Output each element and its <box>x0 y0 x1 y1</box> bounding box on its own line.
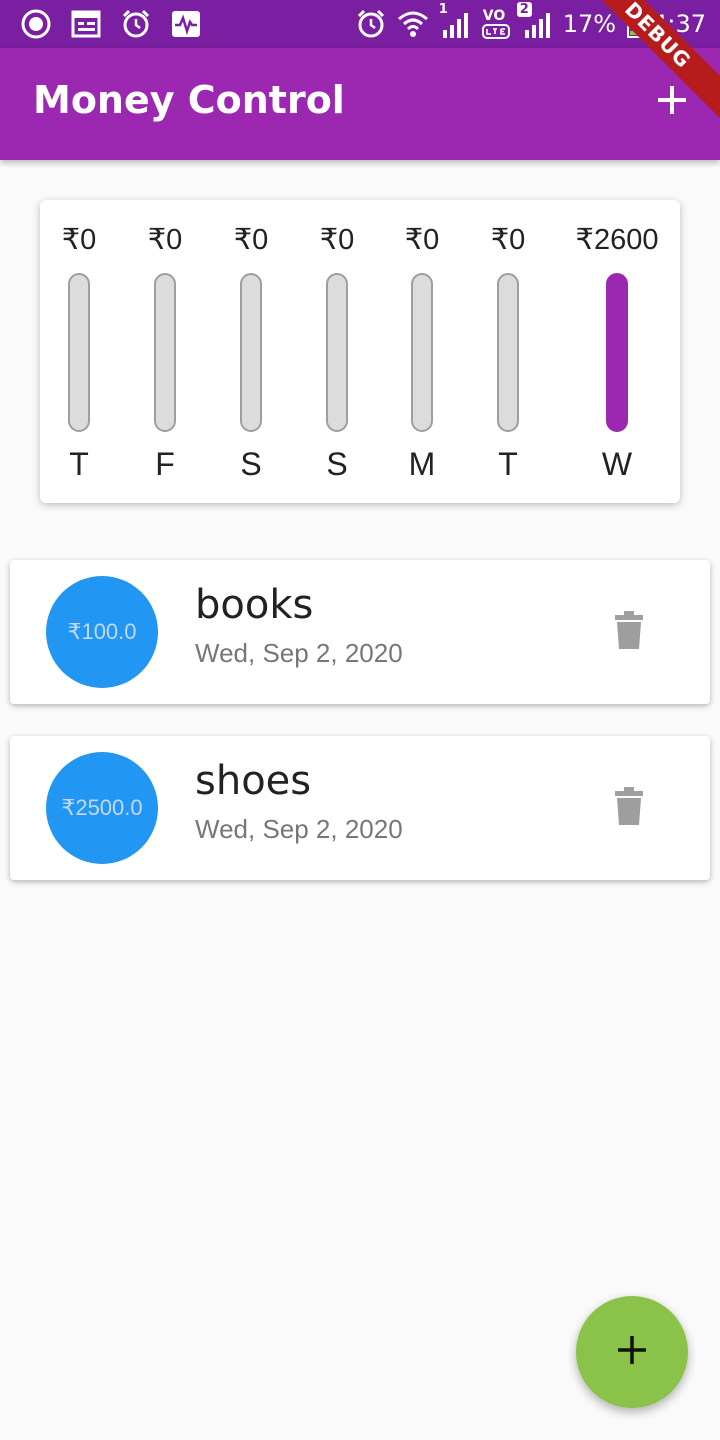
bar-amount-label: ₹2600 <box>575 224 659 256</box>
transaction-card: ₹100.0 books Wed, Sep 2, 2020 <box>10 560 710 704</box>
bar-track <box>68 273 90 432</box>
signal-icon: 2 <box>516 2 553 40</box>
volte-label: VO <box>482 8 506 24</box>
bar-fill <box>608 275 626 430</box>
bar-column: ₹0 F <box>122 200 208 503</box>
amount-circle: ₹100.0 <box>46 576 158 688</box>
bar-track <box>326 273 348 432</box>
bar-track <box>411 273 433 432</box>
trash-icon <box>614 611 644 653</box>
bar-column: ₹0 M <box>379 200 465 503</box>
volte-icon: VO <box>481 8 511 40</box>
bar-column: ₹0 S <box>294 200 380 503</box>
bar-day-label: S <box>326 446 348 482</box>
transaction-title: books <box>195 582 314 628</box>
sim-badge: 1 <box>438 2 448 17</box>
bar-column: ₹2600 W <box>574 200 660 503</box>
signal-icon: 1 <box>439 2 471 40</box>
app-title: Money Control <box>33 78 345 122</box>
delete-button[interactable] <box>608 786 650 830</box>
bar-track <box>606 273 628 432</box>
bar-amount-label: ₹0 <box>61 224 97 256</box>
bar-track <box>240 273 262 432</box>
alarm-icon <box>120 8 152 40</box>
add-fab-button[interactable] <box>576 1296 688 1408</box>
bar-day-label: F <box>155 446 175 482</box>
transaction-date: Wed, Sep 2, 2020 <box>195 814 403 844</box>
debug-banner: DEBUG <box>600 0 720 120</box>
record-icon <box>20 8 52 40</box>
bar-amount-label: ₹0 <box>147 224 183 256</box>
transaction-card: ₹2500.0 shoes Wed, Sep 2, 2020 <box>10 736 710 880</box>
bar-day-label: M <box>408 446 436 482</box>
alarm-icon <box>355 8 387 40</box>
bar-track <box>154 273 176 432</box>
bar-column: ₹0 T <box>465 200 551 503</box>
bar-day-label: S <box>240 446 262 482</box>
trash-icon <box>614 787 644 829</box>
bar-amount-label: ₹0 <box>233 224 269 256</box>
sim-badge: 2 <box>516 2 532 17</box>
amount-circle: ₹2500.0 <box>46 752 158 864</box>
calendar-icon <box>70 8 102 40</box>
bar-amount-label: ₹0 <box>319 224 355 256</box>
bar-amount-label: ₹0 <box>490 224 526 256</box>
bar-amount-label: ₹0 <box>404 224 440 256</box>
activity-icon <box>170 8 202 40</box>
bar-day-label: W <box>601 446 633 482</box>
bar-day-label: T <box>498 446 518 482</box>
bar-column: ₹0 T <box>36 200 122 503</box>
wifi-icon <box>397 8 429 40</box>
bar-track <box>497 273 519 432</box>
plus-icon <box>617 1335 647 1369</box>
transaction-title: shoes <box>195 758 312 804</box>
bar-column: ₹0 S <box>208 200 294 503</box>
weekly-chart-card: ₹0 T ₹0 F ₹0 S ₹0 S ₹0 M ₹0 T ₹2600 W <box>40 200 680 503</box>
bar-day-label: T <box>69 446 89 482</box>
debug-banner-clip: DEBUG <box>600 0 720 120</box>
transaction-date: Wed, Sep 2, 2020 <box>195 638 403 668</box>
delete-button[interactable] <box>608 610 650 654</box>
